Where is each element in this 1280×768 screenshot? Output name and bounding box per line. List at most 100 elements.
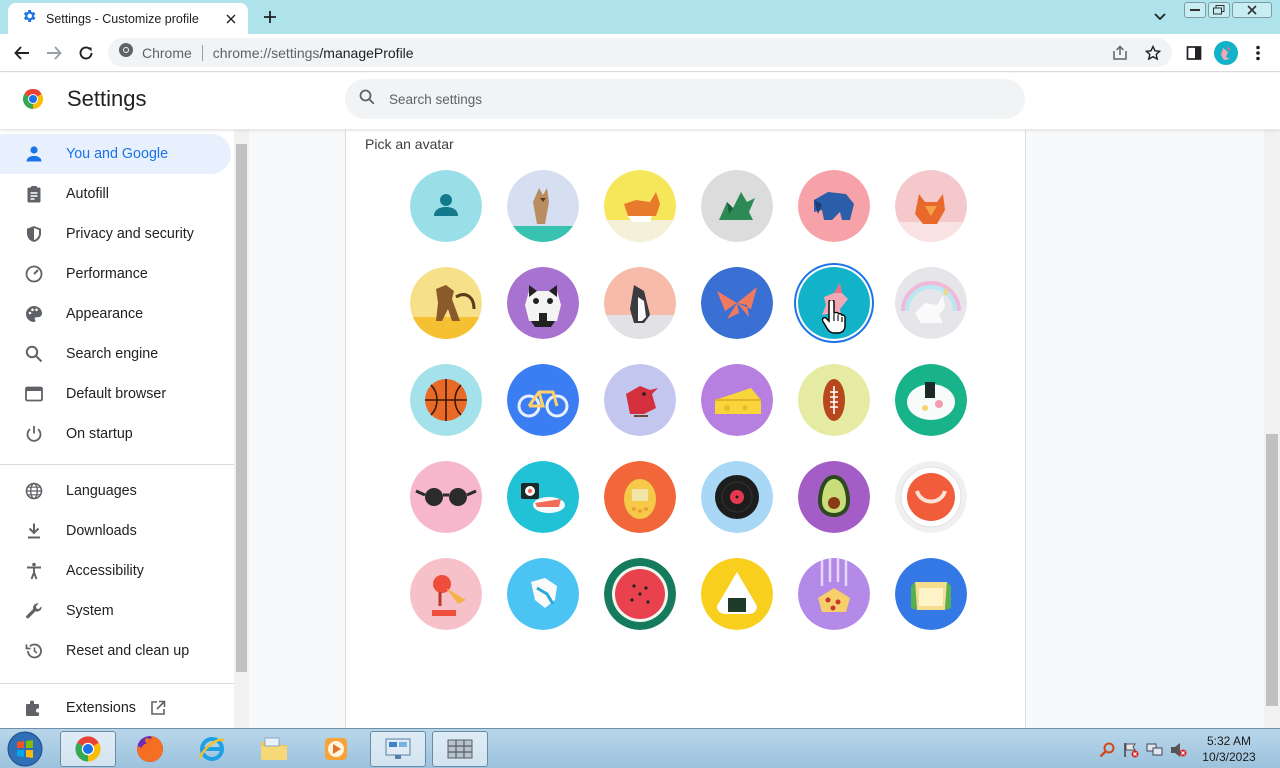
avatar-origami-penguin[interactable] [604,267,676,339]
sidebar-item-reset-and-clean-up[interactable]: Reset and clean up [0,631,231,671]
shield-icon [24,224,44,244]
avatar-generic-person[interactable] [410,170,482,242]
taskbar-media-player-icon[interactable] [308,731,364,767]
sidebar-divider [0,464,234,465]
taskbar-file-explorer-icon[interactable] [246,731,302,767]
avatar-sushi-plate[interactable] [895,364,967,436]
taskbar-clock[interactable]: 5:32 AM 10/3/2023 [1196,733,1262,765]
sidebar-item-label: Performance [66,266,148,282]
globe-icon [24,481,44,501]
history-icon [24,641,44,661]
avatar-vinyl-record[interactable] [701,461,773,533]
search-input[interactable] [389,91,949,107]
sidebar-item-privacy-and-security[interactable]: Privacy and security [0,214,231,254]
avatar-origami-unicorn[interactable] [895,267,967,339]
chrome-logo-icon [21,87,45,111]
taskbar-control-panel-icon[interactable] [370,731,426,767]
sidebar-item-performance[interactable]: Performance [0,254,231,294]
tray-volume-muted-icon[interactable] [1170,741,1188,759]
sidebar-item-on-startup[interactable]: On startup [0,414,231,454]
sidebar-item-label: You and Google [66,146,169,162]
search-icon [359,89,375,110]
avatar-origami-cat[interactable] [507,170,579,242]
search-icon [24,344,44,364]
sidebar-item-downloads[interactable]: Downloads [0,511,231,551]
avatar-origami-fox[interactable] [895,170,967,242]
profile-avatar-button[interactable] [1214,41,1238,65]
avatar-bicycle[interactable] [507,364,579,436]
avatar-tamagotchi[interactable] [604,461,676,533]
sidebar-item-label: Reset and clean up [66,643,190,659]
main-scrollbar-thumb[interactable] [1266,434,1278,706]
avatar-cappuccino[interactable] [895,461,967,533]
sidebar-item-you-and-google[interactable]: You and Google [0,134,231,174]
close-tab-icon[interactable] [222,10,240,28]
download-icon [24,521,44,541]
external-link-icon [150,700,166,716]
avatar-basketball[interactable] [410,364,482,436]
avatar-origami-corgi[interactable] [604,170,676,242]
start-button[interactable] [4,731,46,767]
browser-toolbar: Chrome chrome://settings/manageProfile [0,34,1280,72]
tray-search-icon[interactable] [1098,741,1116,759]
settings-search-box[interactable] [345,79,1025,119]
sidebar-item-appearance[interactable]: Appearance [0,294,231,334]
tab-settings[interactable]: Settings - Customize profile [8,3,248,34]
sidebar-item-label: Accessibility [66,563,144,579]
back-button[interactable] [10,41,34,65]
windows-taskbar: 5:32 AM 10/3/2023 [0,728,1280,768]
sidebar-item-search-engine[interactable]: Search engine [0,334,231,374]
reload-button[interactable] [74,41,98,65]
power-icon [24,424,44,444]
close-window-button[interactable] [1232,2,1272,18]
sidebar-item-default-browser[interactable]: Default browser [0,374,231,414]
chevron-down-icon[interactable] [1150,8,1170,26]
taskbar-internet-explorer-icon[interactable] [184,731,240,767]
avatar-avocado[interactable] [798,461,870,533]
new-tab-button[interactable] [258,6,282,28]
more-menu-icon[interactable] [1246,41,1270,65]
avatar-watermelon[interactable] [604,558,676,630]
avatar-sandwich[interactable] [895,558,967,630]
avatar-flip-flop[interactable] [507,558,579,630]
chrome-site-icon [118,42,134,63]
avatar-pizza[interactable] [798,558,870,630]
taskbar-firefox-icon[interactable] [122,731,178,767]
pick-avatar-label: Pick an avatar [365,136,454,152]
maximize-button[interactable] [1208,2,1230,18]
avatar-onigiri[interactable] [701,558,773,630]
avatar-origami-dragon[interactable] [701,170,773,242]
page-title: Settings [67,86,147,111]
gear-icon [21,8,37,29]
person-icon [24,144,44,164]
main-scrollbar[interactable] [1264,130,1280,728]
forward-button[interactable] [42,41,66,65]
avatar-sushi[interactable] [507,461,579,533]
sidebar-item-languages[interactable]: Languages [0,471,231,511]
avatar-origami-elephant[interactable] [798,170,870,242]
sidebar-item-system[interactable]: System [0,591,231,631]
bookmark-star-icon[interactable] [1143,43,1163,63]
taskbar-chrome-icon[interactable] [60,731,116,767]
sidebar-scrollbar[interactable] [234,130,249,728]
avatar-ice-cream[interactable] [410,558,482,630]
avatar-sunglasses[interactable] [410,461,482,533]
address-bar[interactable]: Chrome chrome://settings/manageProfile [108,38,1172,67]
sidebar-item-extensions[interactable]: Extensions [0,688,231,728]
avatar-football[interactable] [798,364,870,436]
side-panel-icon[interactable] [1182,41,1206,65]
tray-network-icon[interactable] [1146,741,1164,759]
sidebar-scrollbar-thumb[interactable] [236,144,247,672]
avatar-cheese[interactable] [701,364,773,436]
share-icon[interactable] [1110,43,1130,63]
taskbar-network-app-icon[interactable] [432,731,488,767]
sidebar-item-autofill[interactable]: Autofill [0,174,231,214]
tray-action-center-icon[interactable] [1122,741,1140,759]
sidebar-item-accessibility[interactable]: Accessibility [0,551,231,591]
avatar-bird[interactable] [604,364,676,436]
minimize-button[interactable] [1184,2,1206,18]
sidebar-item-label: On startup [66,426,133,442]
avatar-origami-panda[interactable] [507,267,579,339]
avatar-origami-butterfly[interactable] [701,267,773,339]
avatar-origami-monkey[interactable] [410,267,482,339]
